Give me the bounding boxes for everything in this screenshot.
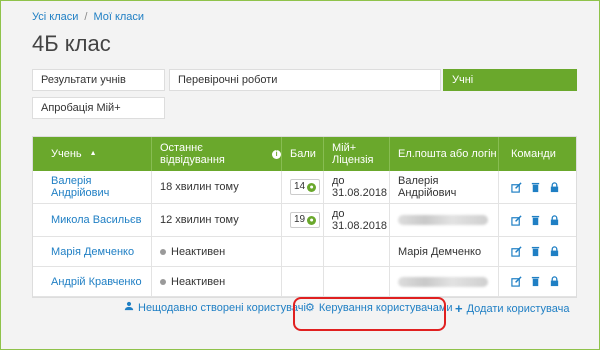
header-last-visit-label: Останнє відвідування: [160, 142, 225, 166]
tab-students[interactable]: Учні: [443, 69, 577, 91]
delete-icon[interactable]: [530, 182, 541, 193]
license-date: до 31.08.2018: [332, 175, 388, 199]
login-redacted: [398, 276, 488, 287]
tab-tests[interactable]: Перевірочні роботи: [169, 69, 441, 91]
header-student[interactable]: Учень ▲: [33, 137, 152, 171]
page-frame: Усі класи / Мої класи 4Б клас Результати…: [0, 0, 600, 350]
delete-icon[interactable]: [530, 276, 541, 287]
lock-icon[interactable]: [549, 246, 560, 257]
student-name-link[interactable]: Микола Васильєв: [51, 214, 141, 226]
breadcrumb-all-classes[interactable]: Усі класи: [32, 11, 78, 23]
student-name-link[interactable]: Андрій Кравченко: [51, 276, 142, 288]
table-row: Микола Васильєв 12 хвилин тому 19 ● до 31…: [33, 204, 576, 237]
table-row: Марія Демченко Неактивен Марія Демченко: [33, 237, 576, 267]
lock-icon[interactable]: [549, 214, 560, 226]
lock-icon[interactable]: [549, 276, 560, 287]
last-visit: 12 хвилин тому: [160, 214, 239, 226]
coin-icon: ●: [307, 215, 317, 225]
points-value: 14: [294, 181, 306, 192]
tab-student-results[interactable]: Результати учнів: [32, 69, 165, 91]
header-license: Мій+ Ліцензія: [324, 137, 390, 171]
recent-users-link[interactable]: Нещодавно створені користувачі: [124, 301, 306, 314]
tab-approbation[interactable]: Апробація Мій+: [32, 97, 165, 119]
header-login: Ел.пошта або логін: [390, 137, 499, 171]
points-badge: 14 ●: [290, 179, 321, 195]
header-student-label: Учень: [51, 148, 82, 160]
table-header: Учень ▲ Останнє відвідування i Бали Мій+…: [33, 137, 576, 171]
user-icon: [124, 301, 134, 314]
breadcrumb: Усі класи / Мої класи: [32, 11, 144, 23]
coin-icon: ●: [307, 182, 317, 192]
login-value: Марія Демченко: [398, 245, 482, 258]
license-date: до 31.08.2018: [332, 208, 388, 232]
table-row: Валерія Андрійович 18 хвилин тому 14 ● до…: [33, 171, 576, 204]
page-title: 4Б клас: [32, 31, 111, 56]
plus-icon: +: [455, 301, 463, 316]
edit-icon[interactable]: [511, 181, 522, 193]
edit-icon[interactable]: [511, 246, 522, 257]
points-value: 19: [294, 214, 306, 225]
header-commands: Команди: [511, 148, 556, 160]
info-icon[interactable]: i: [272, 149, 281, 159]
login-redacted: [398, 215, 488, 225]
recent-users-label: Нещодавно створені користувачі: [138, 301, 306, 314]
inactive-dot-icon: [160, 248, 166, 255]
add-user-link[interactable]: + Додати користувача: [455, 301, 570, 316]
last-visit: Неактивен: [171, 275, 226, 288]
delete-icon[interactable]: [530, 246, 541, 257]
header-points: Бали: [282, 137, 324, 171]
header-last-visit: Останнє відвідування i: [152, 137, 282, 171]
students-table: Учень ▲ Останнє відвідування i Бали Мій+…: [32, 136, 577, 298]
last-visit: 18 хвилин тому: [160, 181, 239, 193]
delete-icon[interactable]: [530, 215, 541, 226]
breadcrumb-my-classes[interactable]: Мої класи: [93, 11, 144, 23]
inactive-dot-icon: [160, 278, 166, 285]
add-user-label: Додати користувача: [466, 302, 570, 315]
student-name-link[interactable]: Марія Демченко: [51, 246, 134, 258]
sort-ascending-icon[interactable]: ▲: [90, 148, 97, 160]
edit-icon[interactable]: [511, 214, 522, 226]
login-value: Валерія Андрійович: [398, 175, 457, 199]
student-name-link[interactable]: Валерія Андрійович: [51, 175, 151, 199]
points-badge: 19 ●: [290, 212, 321, 228]
breadcrumb-separator: /: [84, 11, 88, 23]
last-visit: Неактивен: [171, 245, 226, 258]
lock-icon[interactable]: [549, 181, 560, 193]
edit-icon[interactable]: [511, 276, 522, 287]
highlight-annotation: [293, 297, 446, 331]
